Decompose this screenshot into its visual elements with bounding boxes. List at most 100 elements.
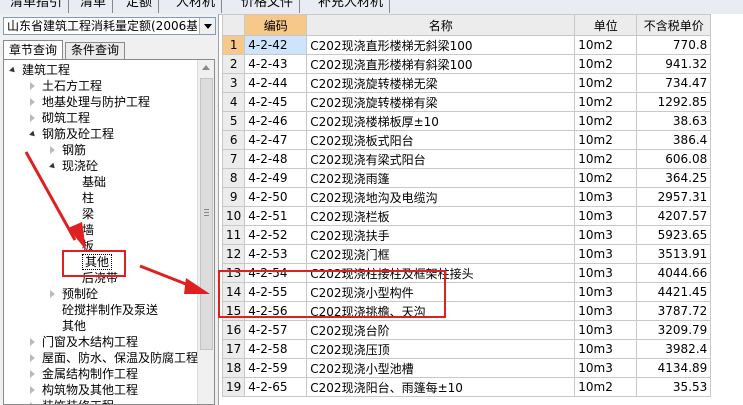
- cell-price[interactable]: 941.32: [636, 54, 712, 74]
- cell-unit[interactable]: 10m3: [574, 282, 638, 302]
- cell-unit[interactable]: 10m2: [574, 111, 638, 131]
- cell-price[interactable]: 1292.85: [636, 92, 712, 112]
- cell-code[interactable]: 4-2-47: [244, 130, 308, 150]
- cell-price[interactable]: 38.63: [636, 111, 712, 131]
- cell-name[interactable]: C202现浇楼梯板厚±10: [306, 111, 576, 131]
- cell-price[interactable]: 4421.45: [636, 282, 712, 302]
- expanded-triangle-icon[interactable]: [29, 130, 37, 139]
- quota-book-select[interactable]: 山东省建筑工程消耗量定额(2006基价): [3, 17, 216, 35]
- cell-price[interactable]: 3982.4: [636, 339, 712, 359]
- col-header-unit[interactable]: 单位: [574, 14, 638, 36]
- cell-rownum[interactable]: 7: [221, 149, 246, 169]
- cell-price[interactable]: 4134.89: [636, 358, 712, 378]
- tab-price-file[interactable]: 价格文件: [235, 0, 301, 13]
- cell-name[interactable]: C202现浇压顶: [306, 339, 576, 359]
- cell-rownum[interactable]: 8: [221, 168, 246, 188]
- table-row[interactable]: 11 4-2-52 C202现浇扶手 10m3 5923.65: [221, 225, 712, 245]
- cell-unit[interactable]: 10m3: [574, 301, 638, 321]
- cell-unit[interactable]: 10m3: [574, 358, 638, 378]
- cell-rownum[interactable]: 6: [221, 130, 246, 150]
- cell-code[interactable]: 4-2-53: [244, 244, 308, 264]
- cell-code[interactable]: 4-2-43: [244, 54, 308, 74]
- collapsed-triangle-icon[interactable]: [50, 290, 55, 298]
- table-row[interactable]: 19 4-2-65 C202现浇阳台、雨篷每±10 10m2 35.53: [221, 377, 712, 397]
- table-row[interactable]: 7 4-2-48 C202现浇有梁式阳台 10m2 606.08: [221, 149, 712, 169]
- cell-code[interactable]: 4-2-42: [244, 35, 308, 55]
- cell-name[interactable]: C202现浇旋转楼梯有梁: [306, 92, 576, 112]
- cell-rownum[interactable]: 19: [221, 377, 246, 397]
- cell-rownum[interactable]: 3: [221, 73, 246, 93]
- chevron-down-icon[interactable]: [199, 18, 215, 34]
- cell-unit[interactable]: 10m2: [574, 35, 638, 55]
- col-header-price[interactable]: 不含税单价: [636, 14, 712, 36]
- cell-unit[interactable]: 10m3: [574, 244, 638, 264]
- table-row[interactable]: 5 4-2-46 C202现浇楼梯板厚±10 10m2 38.63: [221, 111, 712, 131]
- cell-code[interactable]: 4-2-50: [244, 187, 308, 207]
- cell-unit[interactable]: 10m2: [574, 377, 638, 397]
- collapsed-triangle-icon[interactable]: [30, 82, 35, 90]
- cell-price[interactable]: 386.4: [636, 130, 712, 150]
- cell-rownum[interactable]: 2: [221, 54, 246, 74]
- cell-price[interactable]: 5923.65: [636, 225, 712, 245]
- cell-price[interactable]: 35.53: [636, 377, 712, 397]
- cell-price[interactable]: 734.47: [636, 73, 712, 93]
- cell-unit[interactable]: 10m2: [574, 73, 638, 93]
- tab-labor-material[interactable]: 人材机: [170, 0, 223, 13]
- cell-name[interactable]: C202现浇门框: [306, 244, 576, 264]
- table-row[interactable]: 10 4-2-51 C202现浇栏板 10m3 4207.57: [221, 206, 712, 226]
- cell-rownum[interactable]: 11: [221, 225, 246, 245]
- collapsed-triangle-icon[interactable]: [30, 98, 35, 106]
- col-header-name[interactable]: 名称: [306, 14, 576, 36]
- table-row[interactable]: 6 4-2-47 C202现浇板式阳台 10m2 386.4: [221, 130, 712, 150]
- cell-rownum[interactable]: 16: [221, 320, 246, 340]
- cell-unit[interactable]: 10m2: [574, 130, 638, 150]
- cell-price[interactable]: 4207.57: [636, 206, 712, 226]
- tab-list-guide[interactable]: 清单指引: [4, 0, 70, 13]
- cell-name[interactable]: C202现浇阳台、雨篷每±10: [306, 377, 576, 397]
- cell-name[interactable]: C202现浇直形楼梯有斜梁100: [306, 54, 576, 74]
- expanded-triangle-icon[interactable]: [9, 66, 17, 75]
- tab-condition-query[interactable]: 条件查询: [65, 42, 125, 59]
- cell-code[interactable]: 4-2-65: [244, 377, 308, 397]
- cell-code[interactable]: 4-2-48: [244, 149, 308, 169]
- cell-name[interactable]: C202现浇台阶: [306, 320, 576, 340]
- cell-code[interactable]: 4-2-58: [244, 339, 308, 359]
- cell-code[interactable]: 4-2-52: [244, 225, 308, 245]
- tab-chapter-query[interactable]: 章节查询: [3, 40, 63, 59]
- col-header-code[interactable]: 编码: [244, 14, 308, 36]
- cell-unit[interactable]: 10m2: [574, 149, 638, 169]
- cell-price[interactable]: 2957.31: [636, 187, 712, 207]
- tab-supplement[interactable]: 补充人材机: [312, 0, 391, 13]
- cell-name[interactable]: C202现浇小型池槽: [306, 358, 576, 378]
- cell-unit[interactable]: 10m3: [574, 263, 638, 283]
- table-row[interactable]: 9 4-2-50 C202现浇地沟及电缆沟 10m3 2957.31: [221, 187, 712, 207]
- table-row[interactable]: 4 4-2-45 C202现浇旋转楼梯有梁 10m2 1292.85: [221, 92, 712, 112]
- table-row[interactable]: 8 4-2-49 C202现浇雨篷 10m2 364.25: [221, 168, 712, 188]
- cell-unit[interactable]: 10m3: [574, 206, 638, 226]
- cell-rownum[interactable]: 12: [221, 244, 246, 264]
- table-row[interactable]: 1 4-2-42 C202现浇直形楼梯无斜梁100 10m2 770.8: [221, 35, 712, 55]
- table-row[interactable]: 2 4-2-43 C202现浇直形楼梯有斜梁100 10m2 941.32: [221, 54, 712, 74]
- cell-price[interactable]: 3209.79: [636, 320, 712, 340]
- cell-rownum[interactable]: 1: [221, 35, 246, 55]
- col-header-rownum[interactable]: [221, 14, 246, 36]
- cell-unit[interactable]: 10m3: [574, 320, 638, 340]
- cell-rownum[interactable]: 10: [221, 206, 246, 226]
- cell-code[interactable]: 4-2-49: [244, 168, 308, 188]
- collapsed-triangle-icon[interactable]: [30, 370, 35, 378]
- cell-code[interactable]: 4-2-45: [244, 92, 308, 112]
- collapsed-triangle-icon[interactable]: [30, 354, 35, 362]
- cell-unit[interactable]: 10m3: [574, 225, 638, 245]
- cell-name[interactable]: C202现浇旋转楼梯无梁: [306, 73, 576, 93]
- table-row[interactable]: 12 4-2-53 C202现浇门框 10m3 3513.91: [221, 244, 712, 264]
- cell-unit[interactable]: 10m3: [574, 339, 638, 359]
- cell-unit[interactable]: 10m2: [574, 92, 638, 112]
- tab-list[interactable]: 清单: [74, 0, 114, 13]
- cell-name[interactable]: C202现浇扶手: [306, 225, 576, 245]
- cell-rownum[interactable]: 5: [221, 111, 246, 131]
- collapsed-triangle-icon[interactable]: [30, 386, 35, 394]
- cell-code[interactable]: 4-2-44: [244, 73, 308, 93]
- cell-price[interactable]: 364.25: [636, 168, 712, 188]
- collapsed-triangle-icon[interactable]: [30, 338, 35, 346]
- table-row[interactable]: 18 4-2-59 C202现浇小型池槽 10m3 4134.89: [221, 358, 712, 378]
